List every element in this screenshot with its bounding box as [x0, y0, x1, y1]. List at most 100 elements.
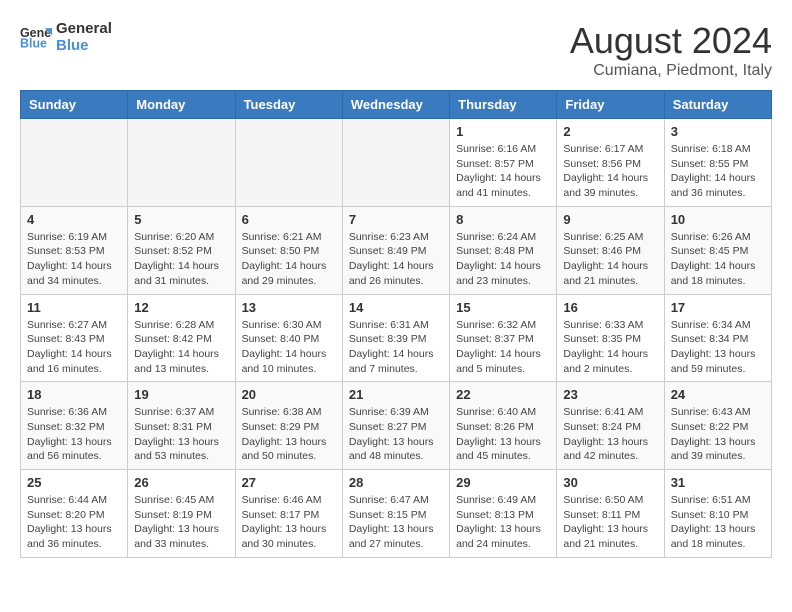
- day-number: 31: [671, 475, 765, 490]
- calendar-cell: 16 Sunrise: 6:33 AM Sunset: 8:35 PM Dayli…: [557, 294, 664, 382]
- calendar-cell: 3Sunrise: 6:18 AM Sunset: 8:55 PM Daylig…: [664, 119, 771, 207]
- day-number: 21: [349, 387, 443, 402]
- calendar-week-1: 1Sunrise: 6:16 AM Sunset: 8:57 PM Daylig…: [21, 119, 772, 207]
- calendar-cell: 23 Sunrise: 6:41 AM Sunset: 8:24 PM Dayli…: [557, 382, 664, 470]
- day-header-tuesday: Tuesday: [235, 91, 342, 119]
- day-info: Sunrise: 6:16 AM Sunset: 8:57 PM Dayligh…: [456, 142, 550, 201]
- day-number: 23: [563, 387, 657, 402]
- day-number: 28: [349, 475, 443, 490]
- calendar-week-3: 11Sunrise: 6:27 AM Sunset: 8:43 PM Dayli…: [21, 294, 772, 382]
- day-info: Sunrise: 6:25 AM Sunset: 8:46 PM Dayligh…: [563, 230, 657, 289]
- day-number: 10: [671, 212, 765, 227]
- calendar-cell: 2 Sunrise: 6:17 AM Sunset: 8:56 PM Daylig…: [557, 119, 664, 207]
- day-info: Sunrise: 6:37 AM Sunset: 8:31 PM Dayligh…: [134, 405, 228, 464]
- day-info: Sunrise: 6:40 AM Sunset: 8:26 PM Dayligh…: [456, 405, 550, 464]
- calendar-cell: 19 Sunrise: 6:37 AM Sunset: 8:31 PM Dayli…: [128, 382, 235, 470]
- day-info: Sunrise: 6:36 AM Sunset: 8:32 PM Dayligh…: [27, 405, 121, 464]
- day-info: Sunrise: 6:27 AM Sunset: 8:43 PM Dayligh…: [27, 318, 121, 377]
- day-number: 13: [242, 300, 336, 315]
- day-header-monday: Monday: [128, 91, 235, 119]
- day-info: Sunrise: 6:51 AM Sunset: 8:10 PM Dayligh…: [671, 493, 765, 552]
- day-info: Sunrise: 6:19 AM Sunset: 8:53 PM Dayligh…: [27, 230, 121, 289]
- calendar-cell: 24 Sunrise: 6:43 AM Sunset: 8:22 PM Dayli…: [664, 382, 771, 470]
- day-info: Sunrise: 6:34 AM Sunset: 8:34 PM Dayligh…: [671, 318, 765, 377]
- calendar-cell: 28 Sunrise: 6:47 AM Sunset: 8:15 PM Dayli…: [342, 470, 449, 558]
- day-header-saturday: Saturday: [664, 91, 771, 119]
- day-header-sunday: Sunday: [21, 91, 128, 119]
- calendar-cell: [21, 119, 128, 207]
- day-info: Sunrise: 6:31 AM Sunset: 8:39 PM Dayligh…: [349, 318, 443, 377]
- day-info: Sunrise: 6:17 AM Sunset: 8:56 PM Dayligh…: [563, 142, 657, 201]
- month-title: August 2024: [570, 20, 772, 62]
- calendar-cell: 26 Sunrise: 6:45 AM Sunset: 8:19 PM Dayli…: [128, 470, 235, 558]
- day-number: 2: [563, 124, 657, 139]
- calendar-cell: [128, 119, 235, 207]
- calendar-cell: 1Sunrise: 6:16 AM Sunset: 8:57 PM Daylig…: [450, 119, 557, 207]
- calendar-cell: 31 Sunrise: 6:51 AM Sunset: 8:10 PM Dayli…: [664, 470, 771, 558]
- title-block: August 2024 Cumiana, Piedmont, Italy: [570, 20, 772, 80]
- calendar-cell: 7 Sunrise: 6:23 AM Sunset: 8:49 PM Daylig…: [342, 206, 449, 294]
- day-info: Sunrise: 6:39 AM Sunset: 8:27 PM Dayligh…: [349, 405, 443, 464]
- calendar-body: 1Sunrise: 6:16 AM Sunset: 8:57 PM Daylig…: [21, 119, 772, 558]
- day-number: 16: [563, 300, 657, 315]
- day-number: 26: [134, 475, 228, 490]
- calendar-cell: 5 Sunrise: 6:20 AM Sunset: 8:52 PM Daylig…: [128, 206, 235, 294]
- day-info: Sunrise: 6:47 AM Sunset: 8:15 PM Dayligh…: [349, 493, 443, 552]
- day-number: 12: [134, 300, 228, 315]
- day-info: Sunrise: 6:20 AM Sunset: 8:52 PM Dayligh…: [134, 230, 228, 289]
- day-number: 8: [456, 212, 550, 227]
- day-info: Sunrise: 6:23 AM Sunset: 8:49 PM Dayligh…: [349, 230, 443, 289]
- day-info: Sunrise: 6:32 AM Sunset: 8:37 PM Dayligh…: [456, 318, 550, 377]
- day-info: Sunrise: 6:33 AM Sunset: 8:35 PM Dayligh…: [563, 318, 657, 377]
- day-info: Sunrise: 6:26 AM Sunset: 8:45 PM Dayligh…: [671, 230, 765, 289]
- calendar-cell: 10 Sunrise: 6:26 AM Sunset: 8:45 PM Dayli…: [664, 206, 771, 294]
- day-info: Sunrise: 6:41 AM Sunset: 8:24 PM Dayligh…: [563, 405, 657, 464]
- day-number: 18: [27, 387, 121, 402]
- calendar-cell: 12 Sunrise: 6:28 AM Sunset: 8:42 PM Dayli…: [128, 294, 235, 382]
- logo: General Blue General Blue: [20, 20, 112, 54]
- day-number: 7: [349, 212, 443, 227]
- calendar-week-4: 18 Sunrise: 6:36 AM Sunset: 8:32 PM Dayli…: [21, 382, 772, 470]
- svg-text:Blue: Blue: [20, 37, 47, 51]
- day-number: 17: [671, 300, 765, 315]
- page-header: General Blue General Blue August 2024 Cu…: [20, 20, 772, 80]
- calendar-week-2: 4 Sunrise: 6:19 AM Sunset: 8:53 PM Daylig…: [21, 206, 772, 294]
- calendar-header-row: SundayMondayTuesdayWednesdayThursdayFrid…: [21, 91, 772, 119]
- day-info: Sunrise: 6:49 AM Sunset: 8:13 PM Dayligh…: [456, 493, 550, 552]
- day-info: Sunrise: 6:28 AM Sunset: 8:42 PM Dayligh…: [134, 318, 228, 377]
- day-number: 15: [456, 300, 550, 315]
- day-number: 25: [27, 475, 121, 490]
- day-number: 5: [134, 212, 228, 227]
- day-header-thursday: Thursday: [450, 91, 557, 119]
- calendar-cell: 13 Sunrise: 6:30 AM Sunset: 8:40 PM Dayli…: [235, 294, 342, 382]
- day-number: 4: [27, 212, 121, 227]
- day-info: Sunrise: 6:45 AM Sunset: 8:19 PM Dayligh…: [134, 493, 228, 552]
- day-info: Sunrise: 6:21 AM Sunset: 8:50 PM Dayligh…: [242, 230, 336, 289]
- location: Cumiana, Piedmont, Italy: [570, 62, 772, 80]
- day-info: Sunrise: 6:44 AM Sunset: 8:20 PM Dayligh…: [27, 493, 121, 552]
- day-info: Sunrise: 6:24 AM Sunset: 8:48 PM Dayligh…: [456, 230, 550, 289]
- calendar-cell: 18 Sunrise: 6:36 AM Sunset: 8:32 PM Dayli…: [21, 382, 128, 470]
- calendar-cell: 22 Sunrise: 6:40 AM Sunset: 8:26 PM Dayli…: [450, 382, 557, 470]
- day-number: 30: [563, 475, 657, 490]
- calendar-cell: [342, 119, 449, 207]
- day-info: Sunrise: 6:50 AM Sunset: 8:11 PM Dayligh…: [563, 493, 657, 552]
- calendar-cell: 30 Sunrise: 6:50 AM Sunset: 8:11 PM Dayli…: [557, 470, 664, 558]
- day-number: 19: [134, 387, 228, 402]
- day-header-friday: Friday: [557, 91, 664, 119]
- calendar-week-5: 25 Sunrise: 6:44 AM Sunset: 8:20 PM Dayli…: [21, 470, 772, 558]
- logo-line2: Blue: [56, 37, 112, 54]
- day-info: Sunrise: 6:30 AM Sunset: 8:40 PM Dayligh…: [242, 318, 336, 377]
- day-number: 22: [456, 387, 550, 402]
- calendar-cell: 11Sunrise: 6:27 AM Sunset: 8:43 PM Dayli…: [21, 294, 128, 382]
- day-number: 24: [671, 387, 765, 402]
- day-info: Sunrise: 6:38 AM Sunset: 8:29 PM Dayligh…: [242, 405, 336, 464]
- calendar-table: SundayMondayTuesdayWednesdayThursdayFrid…: [20, 90, 772, 558]
- day-info: Sunrise: 6:43 AM Sunset: 8:22 PM Dayligh…: [671, 405, 765, 464]
- day-header-wednesday: Wednesday: [342, 91, 449, 119]
- calendar-cell: 14Sunrise: 6:31 AM Sunset: 8:39 PM Dayli…: [342, 294, 449, 382]
- calendar-cell: 15 Sunrise: 6:32 AM Sunset: 8:37 PM Dayli…: [450, 294, 557, 382]
- calendar-cell: 17 Sunrise: 6:34 AM Sunset: 8:34 PM Dayli…: [664, 294, 771, 382]
- logo-line1: General: [56, 20, 112, 37]
- calendar-cell: [235, 119, 342, 207]
